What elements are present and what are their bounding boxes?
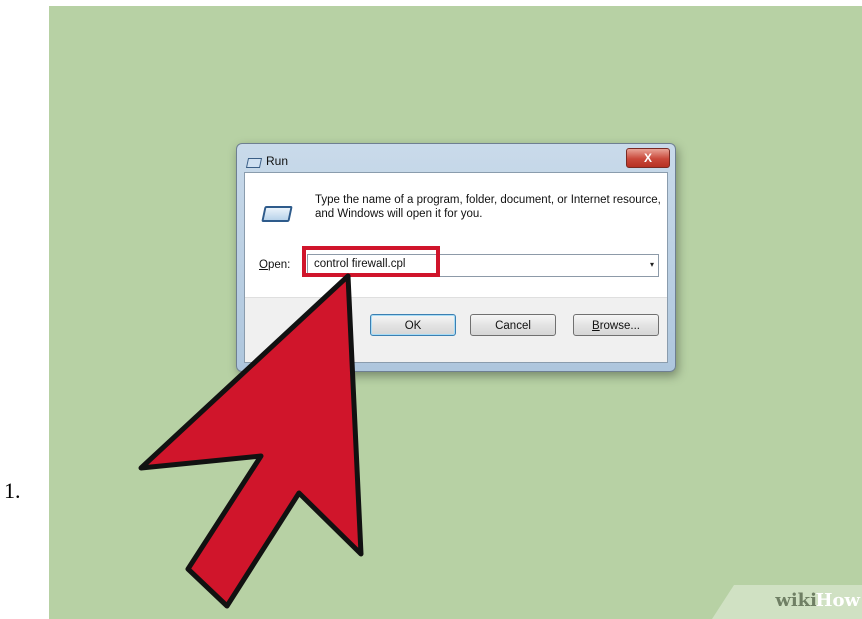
pointer-arrow-graphic: [138, 273, 364, 609]
pointer-arrow-icon: [138, 273, 364, 609]
illustration-panel: Run X Type the name of a program, folder…: [49, 6, 862, 619]
watermark-how: How: [815, 590, 860, 611]
list-number: 1.: [4, 478, 21, 503]
watermark-wiki: wiki: [775, 590, 817, 611]
